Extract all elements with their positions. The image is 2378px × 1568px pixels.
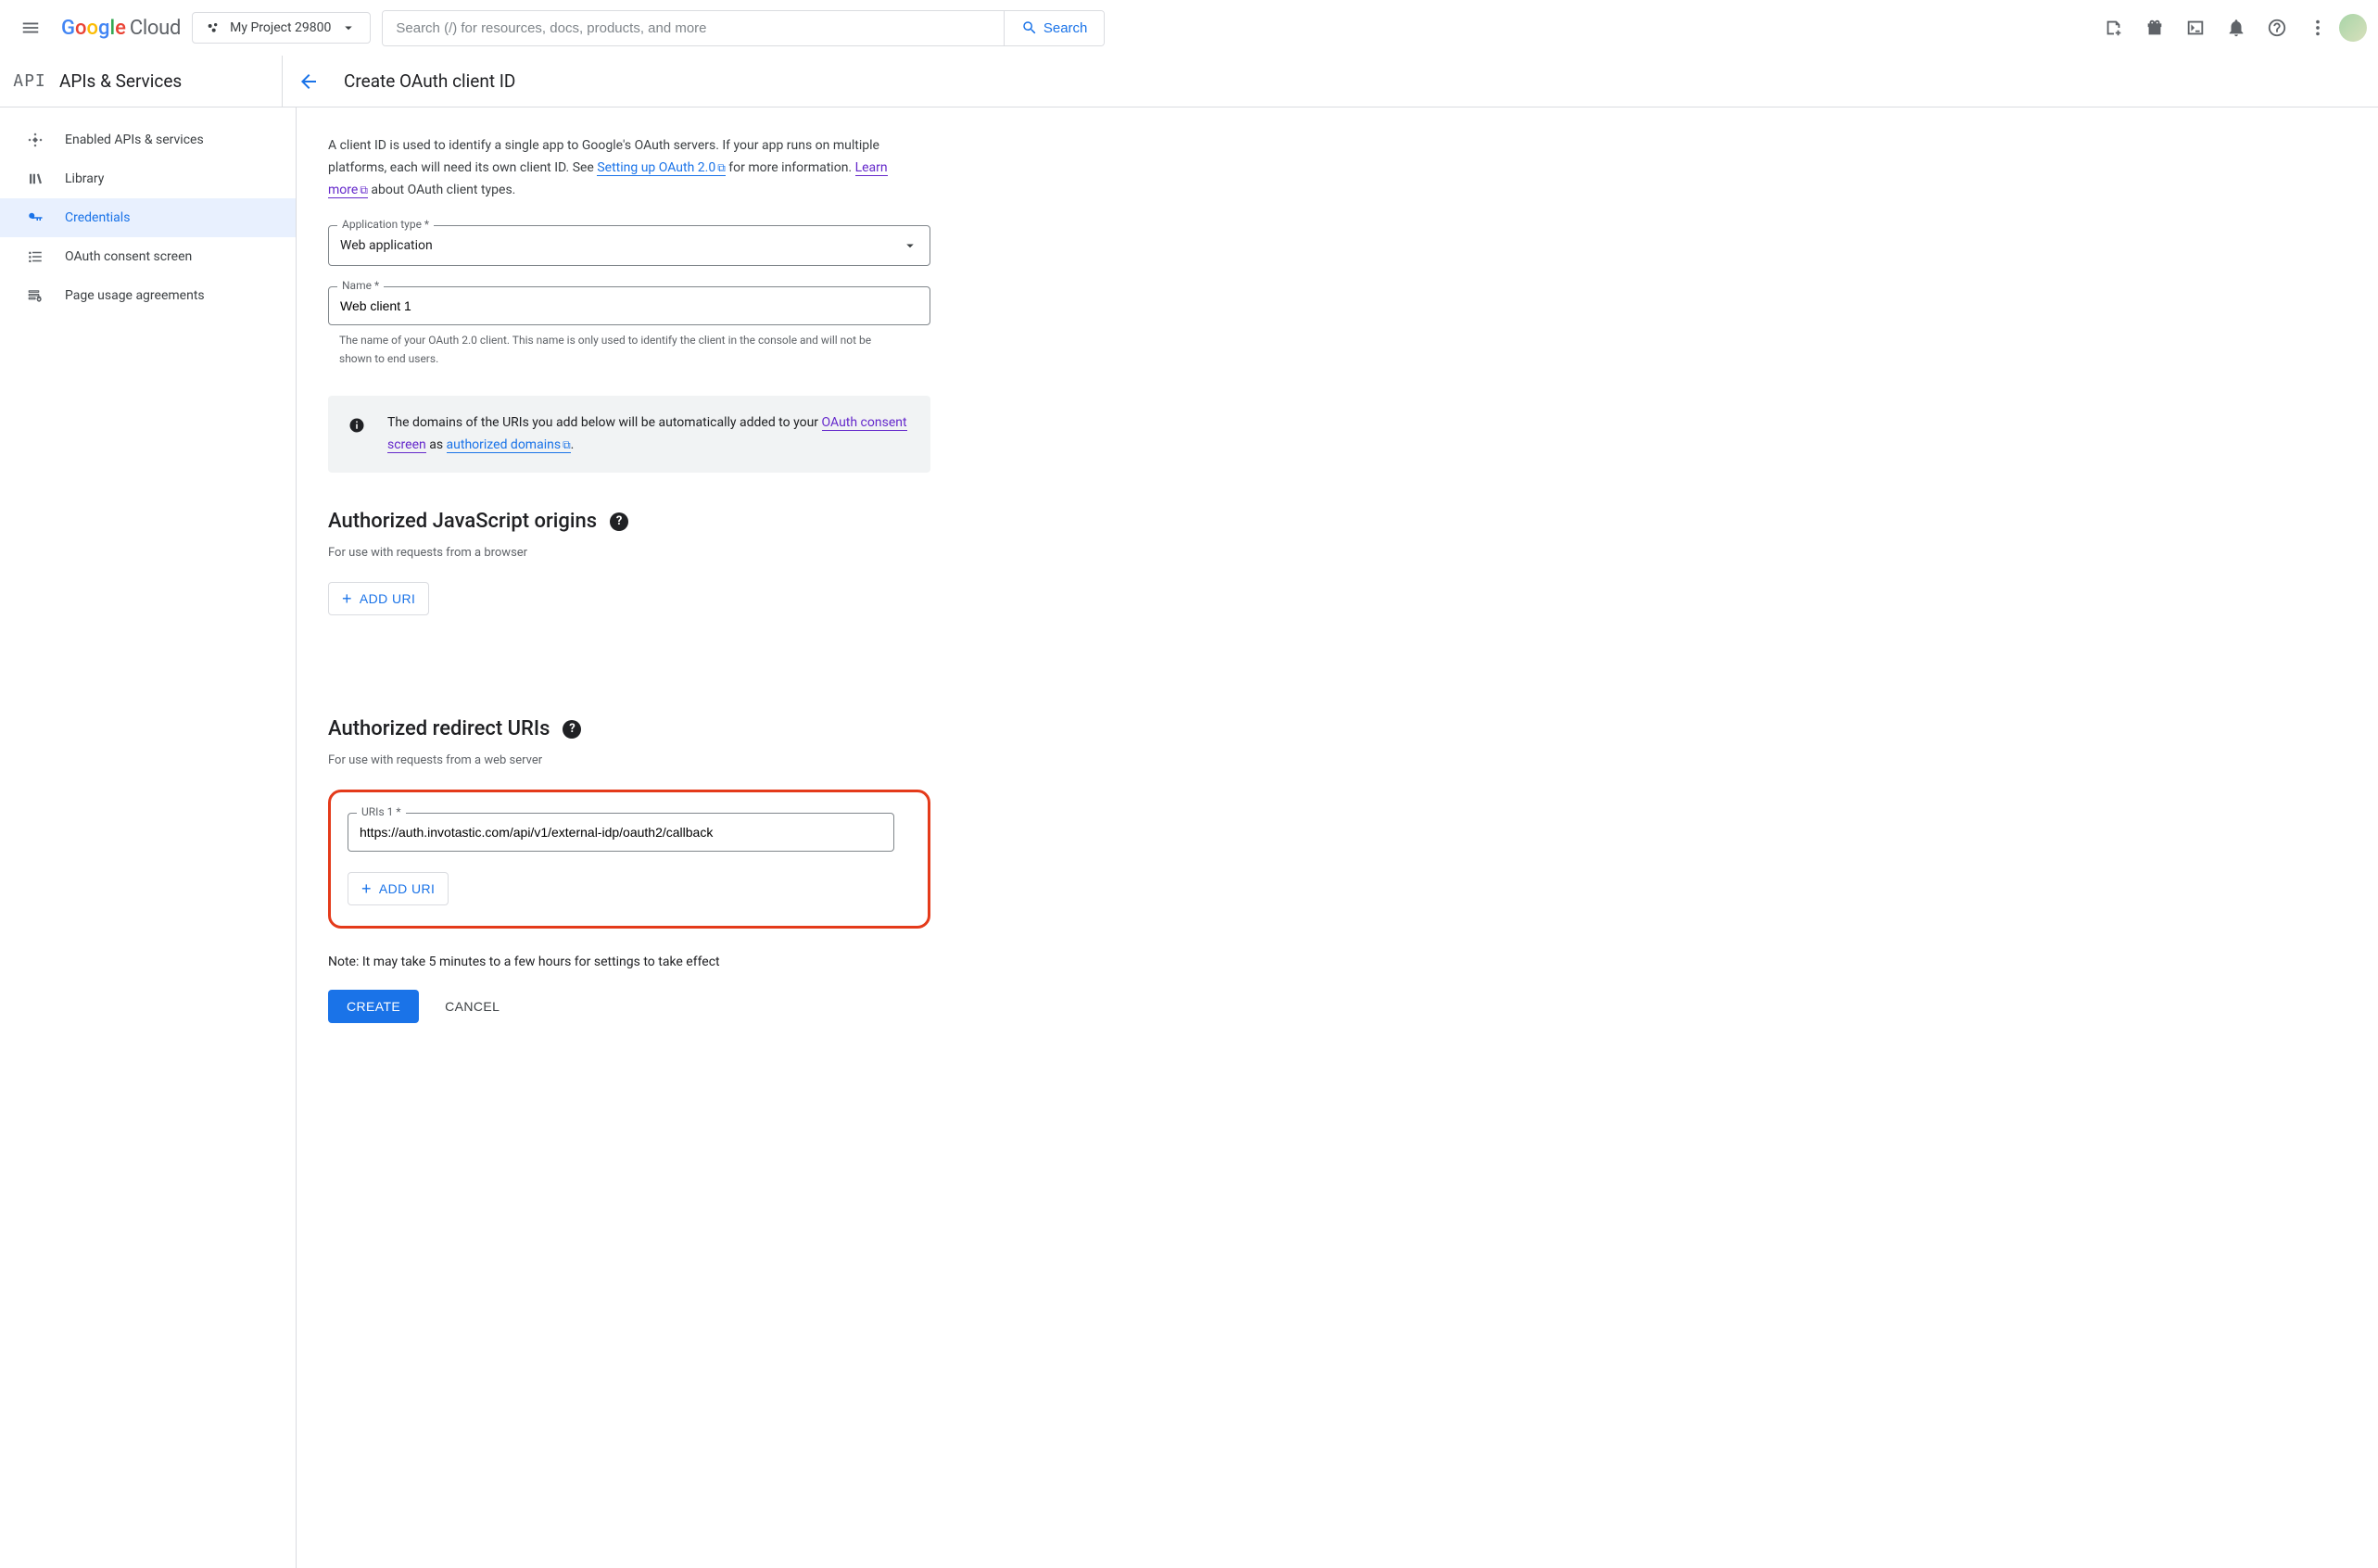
terminal-icon xyxy=(2185,18,2206,38)
consent-icon xyxy=(26,247,44,266)
create-button[interactable]: CREATE xyxy=(328,990,419,1023)
plus-icon: + xyxy=(342,590,352,607)
more-vert-icon xyxy=(2308,18,2328,38)
settings-delay-note: Note: It may take 5 minutes to a few hou… xyxy=(328,955,988,969)
section-title: APIs & Services xyxy=(54,70,282,92)
key-icon xyxy=(26,209,44,227)
header-actions xyxy=(2094,8,2367,47)
gift-icon xyxy=(2144,18,2165,38)
free-trial-button[interactable] xyxy=(2135,8,2174,47)
select-value: Web application xyxy=(340,238,433,253)
sidebar-item-label: Credentials xyxy=(65,210,130,225)
name-field: Name * The name of your OAuth 2.0 client… xyxy=(328,286,930,367)
arrow-left-icon xyxy=(297,70,320,93)
main-content: A client ID is used to identify a single… xyxy=(297,107,1019,1568)
field-label: Application type * xyxy=(337,218,434,231)
user-avatar[interactable] xyxy=(2339,14,2367,42)
redirect-uris-callout: URIs 1 * + ADD URI xyxy=(328,790,930,929)
help-icon[interactable]: ? xyxy=(610,512,628,531)
settings-list-icon xyxy=(26,286,44,305)
help-circle-icon xyxy=(2267,18,2287,38)
intro-text: A client ID is used to identify a single… xyxy=(328,135,921,201)
name-helper-text: The name of your OAuth 2.0 client. This … xyxy=(328,332,875,367)
more-button[interactable] xyxy=(2298,8,2337,47)
redirect-uris-subtext: For use with requests from a web server xyxy=(328,753,988,767)
notifications-button[interactable] xyxy=(2217,8,2256,47)
form-actions: CREATE CANCEL xyxy=(328,990,988,1023)
search-button[interactable]: Search xyxy=(1004,11,1105,45)
sidebar-item-enabled-apis[interactable]: Enabled APIs & services xyxy=(0,120,296,159)
body: Enabled APIs & services Library Credenti… xyxy=(0,107,2378,1568)
js-origins-subtext: For use with requests from a browser xyxy=(328,546,988,560)
google-cloud-logo[interactable]: Google Cloud xyxy=(61,17,181,40)
sidebar-item-oauth-consent[interactable]: OAuth consent screen xyxy=(0,237,296,276)
library-icon xyxy=(26,170,44,188)
add-redirect-uri-button[interactable]: + ADD URI xyxy=(348,872,449,905)
sidebar-item-library[interactable]: Library xyxy=(0,159,296,198)
help-button[interactable] xyxy=(2258,8,2296,47)
project-name: My Project 29800 xyxy=(230,20,331,35)
chevron-down-icon xyxy=(902,237,918,254)
redirect-uris-heading: Authorized redirect URIs ? xyxy=(328,717,988,740)
tutorials-button[interactable] xyxy=(2094,8,2133,47)
field-label: Name * xyxy=(337,279,384,292)
js-origins-heading: Authorized JavaScript origins ? xyxy=(328,510,988,533)
external-link-icon: ⧉ xyxy=(563,438,571,451)
authorized-domains-link[interactable]: authorized domains⧉ xyxy=(447,437,571,453)
uri-info-box: The domains of the URIs you add below wi… xyxy=(328,396,930,474)
enabled-apis-icon xyxy=(26,131,44,149)
cloud-shell-button[interactable] xyxy=(2176,8,2215,47)
external-link-icon: ⧉ xyxy=(717,161,726,174)
application-type-field: Application type * Web application xyxy=(328,225,930,266)
sidebar: Enabled APIs & services Library Credenti… xyxy=(0,107,297,1568)
menu-icon xyxy=(20,18,41,38)
page-title: Create OAuth client ID xyxy=(344,70,515,92)
sidebar-item-page-usage[interactable]: Page usage agreements xyxy=(0,276,296,315)
sidebar-item-label: Library xyxy=(65,171,104,186)
search-icon xyxy=(1021,19,1038,36)
hamburger-menu-button[interactable] xyxy=(11,8,50,47)
setup-oauth-link[interactable]: Setting up OAuth 2.0⧉ xyxy=(597,160,725,176)
add-js-origin-button[interactable]: + ADD URI xyxy=(328,582,429,615)
section-header-row: API APIs & Services Create OAuth client … xyxy=(0,56,2378,107)
global-search: Search xyxy=(382,10,1105,46)
help-icon[interactable]: ? xyxy=(563,720,581,739)
external-link-icon: ⧉ xyxy=(360,183,368,196)
name-input[interactable] xyxy=(328,286,930,325)
redirect-uri-1-field: URIs 1 * xyxy=(348,813,894,852)
global-header: Google Cloud My Project 29800 Search xyxy=(0,0,2378,56)
google-wordmark: Google xyxy=(61,17,126,40)
sidebar-item-credentials[interactable]: Credentials xyxy=(0,198,296,237)
sidebar-item-label: Enabled APIs & services xyxy=(65,133,204,147)
field-label: URIs 1 * xyxy=(357,805,406,818)
plus-icon: + xyxy=(361,880,372,897)
redirect-uri-1-input[interactable] xyxy=(348,813,894,852)
back-button[interactable] xyxy=(292,65,325,98)
project-icon xyxy=(206,20,221,35)
search-input[interactable] xyxy=(383,11,1003,45)
bell-icon xyxy=(2226,18,2246,38)
info-icon xyxy=(348,417,365,434)
api-badge: API xyxy=(6,71,54,91)
cloud-word: Cloud xyxy=(130,17,181,40)
sidebar-item-label: OAuth consent screen xyxy=(65,249,192,264)
doc-plus-icon xyxy=(2104,18,2124,38)
chevron-down-icon xyxy=(340,19,357,36)
application-type-select[interactable]: Web application xyxy=(328,225,930,266)
sidebar-item-label: Page usage agreements xyxy=(65,288,205,303)
project-picker[interactable]: My Project 29800 xyxy=(192,12,371,44)
cancel-button[interactable]: CANCEL xyxy=(445,999,500,1014)
